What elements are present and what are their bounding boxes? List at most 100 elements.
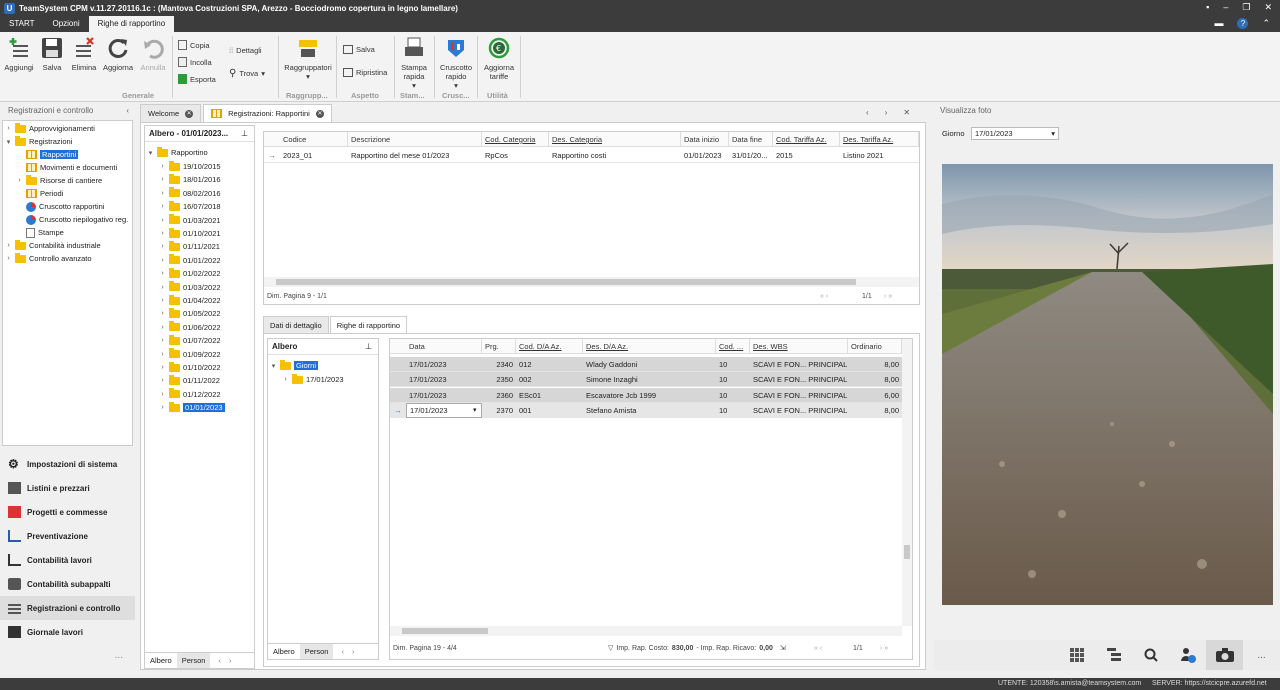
save-button[interactable]: Salva: [38, 36, 66, 72]
column-header[interactable]: Data fine: [729, 132, 773, 147]
restore-button[interactable]: Ripristina: [343, 68, 387, 77]
export-button[interactable]: Esporta: [178, 74, 216, 84]
tree-item-approvvigionamenti[interactable]: › Approvvigionamenti: [5, 122, 95, 135]
prev-tab-icon[interactable]: ‹: [210, 653, 229, 668]
table-cell[interactable]: 17/01/2023: [406, 388, 482, 403]
minimize-icon[interactable]: –: [1223, 2, 1228, 13]
find-button[interactable]: ⚲ Trova ▾: [229, 68, 265, 79]
user-info-icon[interactable]: [1169, 640, 1206, 670]
giorno-select[interactable]: 17/01/2023 ▾: [971, 127, 1059, 140]
help-icon[interactable]: ?: [1237, 18, 1249, 29]
table-cell[interactable]: SCAVI E FON... PRINCIPALE: [750, 372, 848, 387]
tree-view-icon[interactable]: [1095, 640, 1132, 670]
table-cell[interactable]: 001: [516, 403, 583, 418]
table-cell[interactable]: 10: [716, 372, 750, 387]
details-button[interactable]: ⁞⁞ Dettagli: [229, 46, 262, 55]
tree-date-item[interactable]: › 01/01/2023: [159, 401, 225, 414]
nav-preventivazione[interactable]: Preventivazione: [0, 524, 135, 548]
column-header[interactable]: Prg.: [482, 339, 516, 354]
next-tab-icon[interactable]: ›: [229, 653, 232, 668]
pin-icon[interactable]: ⊥: [365, 339, 372, 355]
column-header[interactable]: Cod. ...: [716, 339, 750, 354]
tab-righe-rapportino[interactable]: Righe di rapportino: [329, 316, 408, 333]
column-header[interactable]: Codice: [280, 132, 348, 147]
table-cell[interactable]: SCAVI E FON... PRINCIPALE: [750, 403, 848, 418]
column-header[interactable]: Des. D/A Az.: [583, 339, 716, 354]
nav-progetti[interactable]: Progetti e commesse: [0, 500, 135, 524]
tree-date-item[interactable]: › 01/03/2021: [159, 214, 221, 227]
table-cell[interactable]: 31/01/20...: [729, 148, 773, 163]
window-menu-icon[interactable]: ▪: [1206, 2, 1209, 13]
nav-impostazioni[interactable]: ⚙ Impostazioni di sistema: [0, 452, 135, 476]
tree-date-item[interactable]: › 08/02/2016: [159, 187, 221, 200]
tab-person[interactable]: Person: [176, 653, 211, 668]
update-rates-button[interactable]: € Aggiorna tariffe: [481, 36, 517, 81]
pin-icon[interactable]: ⊥: [241, 126, 248, 142]
column-header[interactable]: Cod. Categoria: [482, 132, 549, 147]
tree-date-item[interactable]: › 19/10/2015: [159, 160, 221, 173]
close-window-icon[interactable]: ✕: [1264, 2, 1272, 13]
pager-next[interactable]: › »: [884, 290, 892, 304]
collapse-left-icon[interactable]: ‹: [126, 104, 129, 118]
tree-date-item[interactable]: › 01/06/2022: [159, 321, 221, 334]
tree-root-rapportino[interactable]: ▾ Rapportino: [147, 146, 208, 159]
filter-icon[interactable]: ▽: [608, 642, 613, 656]
tab-opzioni[interactable]: Opzioni: [43, 16, 88, 32]
table-cell[interactable]: 8,00: [848, 403, 902, 418]
save-layout-button[interactable]: Salva: [343, 45, 375, 54]
table-cell[interactable]: 2023_01: [280, 148, 348, 163]
tab-person-inner[interactable]: Person: [299, 644, 334, 659]
nav-listini[interactable]: Listini e prezzari: [0, 476, 135, 500]
table-row[interactable]: 17/01/2023 2350 002 Simone Inzaghi 10 SCAVI E…: [390, 372, 902, 388]
more-nav-button[interactable]: ...: [0, 644, 135, 668]
table-cell[interactable]: SCAVI E FON... PRINCIPALE: [750, 388, 848, 403]
undo-button[interactable]: Annulla: [138, 36, 168, 72]
prev-tab-icon[interactable]: ‹: [333, 644, 352, 659]
column-header[interactable]: Cod. Tariffa Az.: [773, 132, 840, 147]
column-header[interactable]: Cod. D/A Az.: [516, 339, 583, 354]
pager-prev[interactable]: « ‹: [814, 642, 822, 656]
maximize-icon[interactable]: ❐: [1242, 2, 1250, 13]
pager-prev[interactable]: « ‹: [820, 290, 828, 304]
table-cell[interactable]: Escavatore Jcb 1999: [583, 388, 716, 403]
column-header[interactable]: Descrizione: [348, 132, 482, 147]
table-row[interactable]: 17/01/2023 2360 ESc01 Escavatore Jcb 1999 10…: [390, 387, 902, 403]
collapse-icon[interactable]: ⌃: [1262, 18, 1270, 29]
nav-contabilita-subappalti[interactable]: Contabilità subappalti: [0, 572, 135, 596]
tab-welcome[interactable]: Welcome ✕: [140, 104, 202, 122]
close-tab-icon[interactable]: ✕: [185, 109, 194, 118]
column-header[interactable]: Des. Categoria: [549, 132, 681, 147]
tree-date-item[interactable]: › 01/02/2022: [159, 267, 221, 280]
tree-item-controllo-avanzato[interactable]: › Controllo avanzato: [5, 252, 92, 265]
quick-dashboard-button[interactable]: Cruscotto rapido ▾: [438, 36, 474, 90]
search-icon[interactable]: [1132, 640, 1169, 670]
groupers-button[interactable]: Raggruppatori ▾: [282, 36, 334, 81]
nav-contabilita-lavori[interactable]: Contabilità lavori: [0, 548, 135, 572]
tree-item-periodi[interactable]: Periodi: [16, 187, 63, 200]
refresh-button[interactable]: Aggiorna: [102, 36, 134, 72]
tree-date-item[interactable]: › 01/07/2022: [159, 334, 221, 347]
table-cell[interactable]: RpCos: [482, 148, 549, 163]
tree-item-contabilita-industriale[interactable]: › Contabilità industriale: [5, 239, 101, 252]
table-row[interactable]: → 2023_01 Rapportino del mese 01/2023 RpCos…: [264, 148, 919, 163]
tab-albero-inner[interactable]: Albero: [268, 644, 300, 659]
column-header[interactable]: Data: [406, 339, 482, 354]
table-cell[interactable]: 012: [516, 357, 583, 372]
table-row[interactable]: → 17/01/2023 ▾ 2370 001 Stefano Amista 10 SCAVI…: [390, 402, 902, 418]
table-cell[interactable]: 8,00: [848, 372, 902, 387]
tree-date-item[interactable]: › 01/05/2022: [159, 307, 221, 320]
table-cell[interactable]: Simone Inzaghi: [583, 372, 716, 387]
next-tab-icon[interactable]: ›: [352, 644, 355, 659]
more-options-icon[interactable]: ...: [1243, 640, 1280, 670]
scroll-tabs-right-icon[interactable]: ›: [885, 108, 888, 117]
tree-date-item[interactable]: › 16/07/2018: [159, 200, 221, 213]
table-cell[interactable]: 6,00: [848, 388, 902, 403]
column-header[interactable]: Des. Tariffa Az.: [840, 132, 919, 147]
table-cell[interactable]: SCAVI E FON... PRINCIPALE: [750, 357, 848, 372]
copy-button[interactable]: Copia: [178, 40, 210, 50]
tree-date-item[interactable]: › 01/04/2022: [159, 294, 221, 307]
expand-footer-icon[interactable]: ⇲: [776, 642, 786, 656]
close-all-icon[interactable]: ✕: [903, 108, 910, 117]
table-cell[interactable]: 10: [716, 403, 750, 418]
table-cell[interactable]: 10: [716, 357, 750, 372]
